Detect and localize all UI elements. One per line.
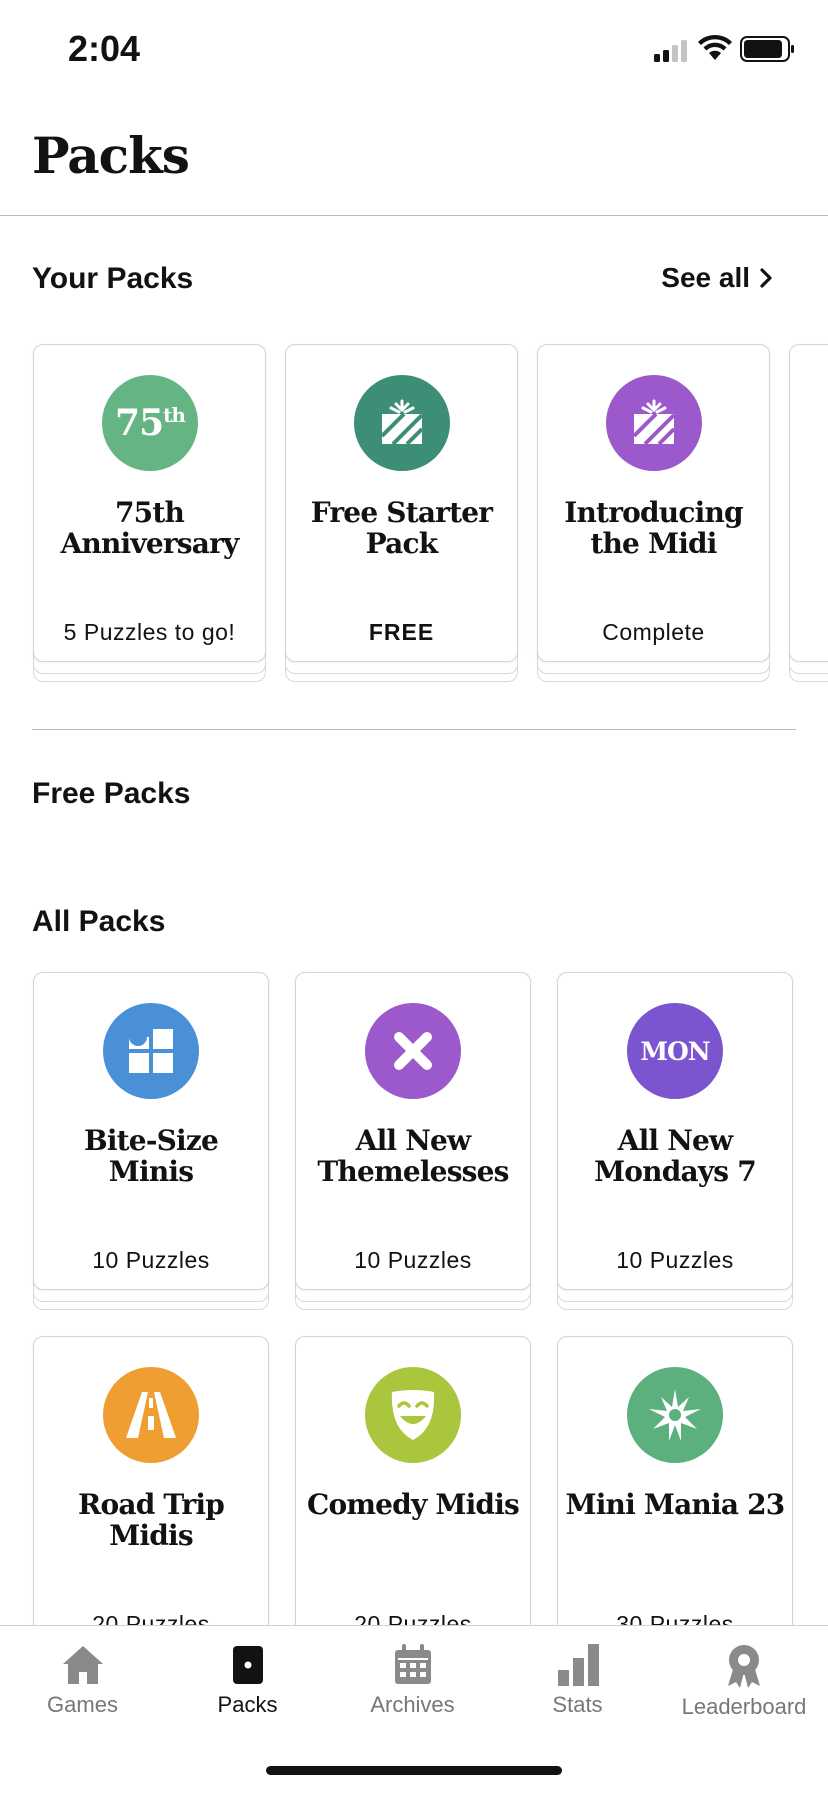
card-subtitle: 10 Puzzles: [616, 1247, 734, 1273]
home-icon: [62, 1646, 103, 1684]
card-subtitle: FREE: [368, 619, 435, 645]
tab-leaderboard[interactable]: Leaderboard: [660, 1644, 828, 1720]
mon-badge-icon: MON: [627, 1003, 723, 1099]
card-subtitle: 5 Puzzles to go!: [63, 619, 236, 645]
chevron-right-icon: [760, 268, 772, 288]
see-all-link[interactable]: See all: [661, 262, 772, 294]
home-indicator: [266, 1766, 562, 1775]
status-time: 2:04: [68, 28, 141, 69]
x-icon: [365, 1003, 461, 1099]
card-title: Free Starter Pack: [310, 496, 493, 560]
tab-label: Stats: [552, 1692, 603, 1717]
card-title: Road Trip Midis: [78, 1488, 225, 1552]
header-divider: [0, 215, 828, 216]
tab-games[interactable]: Games: [0, 1644, 165, 1718]
wifi-icon: [698, 34, 732, 60]
tab-label: Games: [47, 1692, 118, 1717]
ribbon-icon: [728, 1645, 760, 1688]
gift-icon: [354, 375, 450, 471]
starburst-icon: [627, 1367, 723, 1463]
free-packs-heading: Free Packs: [32, 777, 191, 810]
tab-label: Packs: [217, 1692, 278, 1717]
all-packs-heading: All Packs: [32, 905, 166, 938]
gift-icon: [606, 375, 702, 471]
packs-card-icon: [232, 1646, 263, 1684]
your-packs-heading: Your Packs: [32, 262, 194, 295]
card-title: Bite-Size Minis: [83, 1124, 219, 1188]
comedy-mask-icon: [365, 1367, 461, 1463]
card-title: Comedy Midis: [306, 1488, 520, 1521]
tab-stats[interactable]: Stats: [495, 1644, 660, 1718]
section-divider: [32, 729, 796, 730]
bar-chart-icon: [557, 1644, 599, 1686]
75th-badge-icon: 75th: [102, 375, 198, 471]
see-all-label: See all: [661, 262, 750, 293]
calendar-icon: [394, 1644, 431, 1684]
page-title: Packs: [32, 126, 190, 185]
card-subtitle: Complete: [602, 619, 705, 645]
tab-label: Archives: [370, 1692, 455, 1717]
card-title: All New Mondays 7: [594, 1124, 757, 1188]
battery-icon: [740, 36, 794, 62]
tab-packs[interactable]: Packs: [165, 1644, 330, 1718]
tab-label: Leaderboard: [681, 1694, 807, 1719]
tab-archives[interactable]: Archives: [330, 1644, 495, 1718]
card-title: All New Themelesses: [317, 1124, 509, 1188]
card-subtitle: 10 Puzzles: [92, 1247, 210, 1273]
cellular-signal-icon: [654, 40, 687, 62]
card-subtitle: 10 Puzzles: [354, 1247, 472, 1273]
status-bar: 2:04: [0, 0, 828, 100]
mini-grid-icon: [103, 1003, 199, 1099]
card-title: 75th Anniversary: [60, 496, 239, 560]
card-title: Mini Mania 23: [565, 1488, 786, 1521]
road-icon: [103, 1367, 199, 1463]
card-title: Introducing the Midi: [564, 496, 743, 560]
